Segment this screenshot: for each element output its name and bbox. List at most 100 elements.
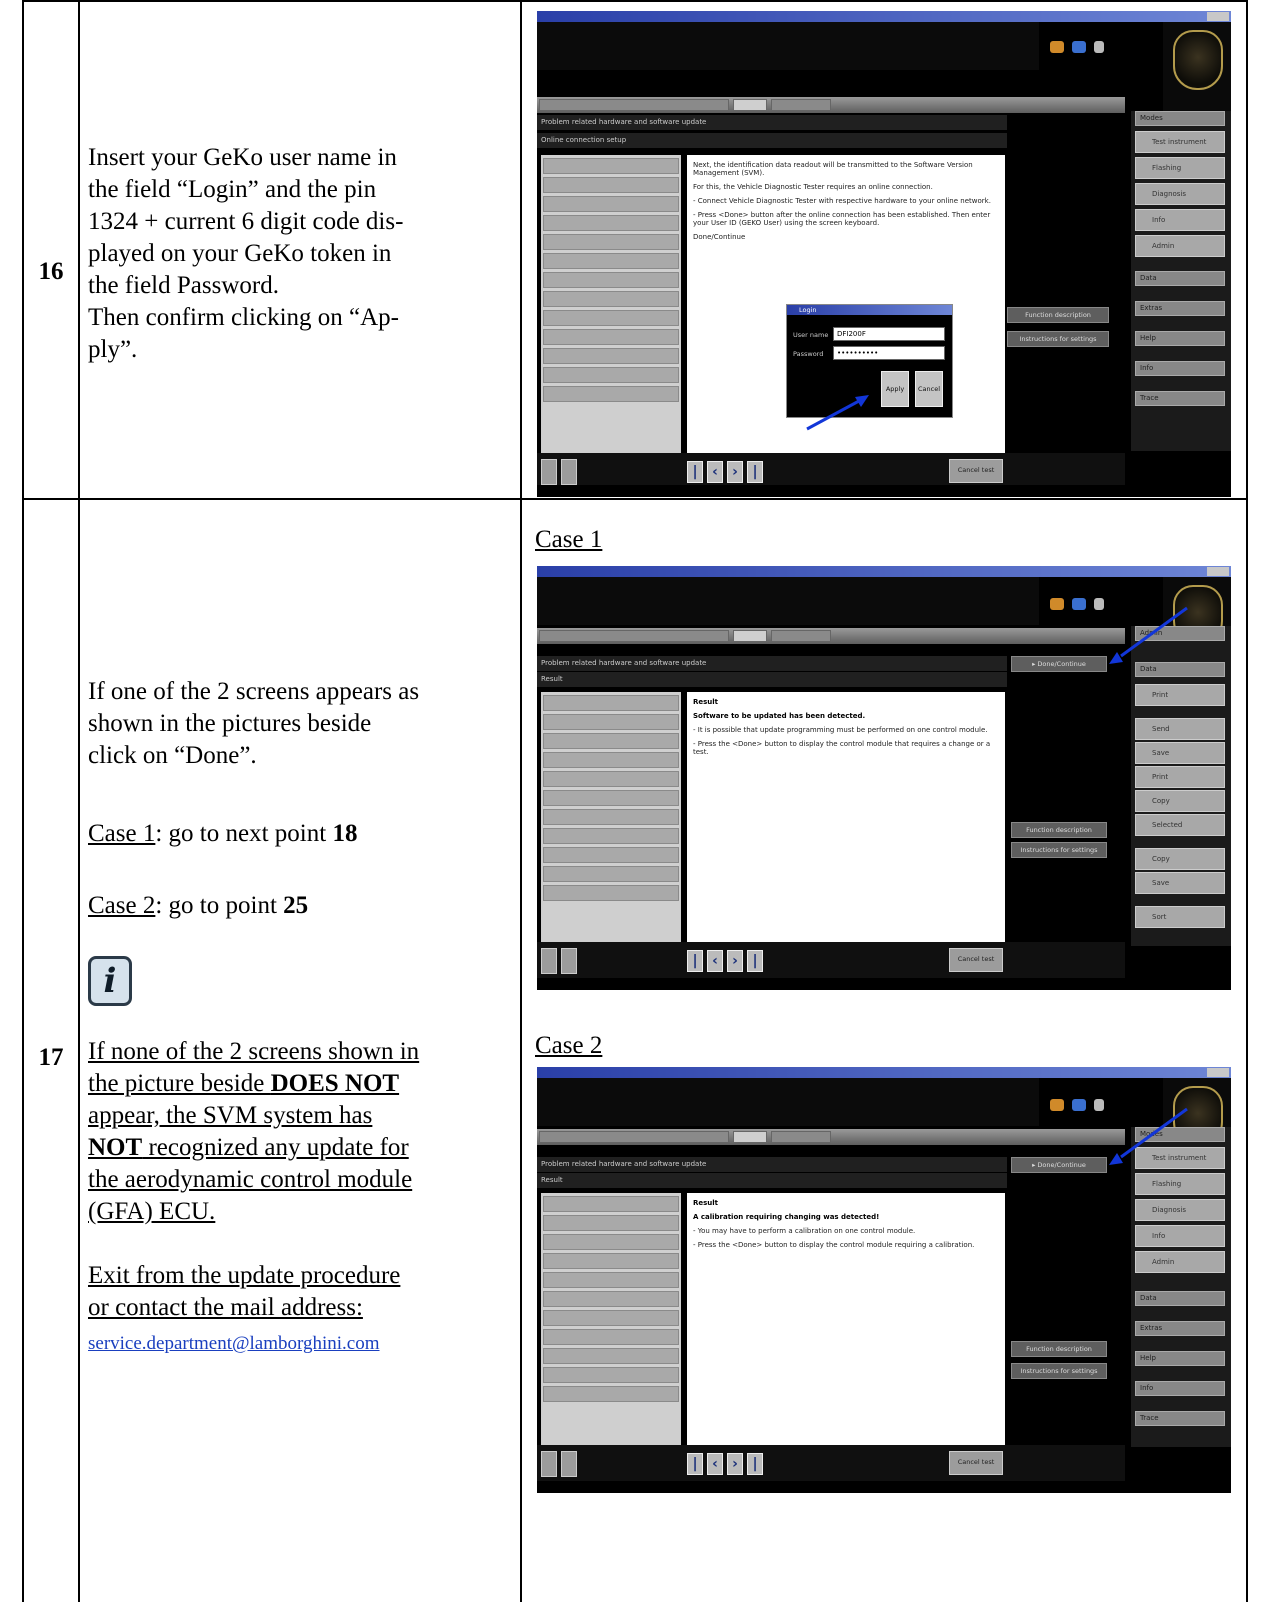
apply-button[interactable]: Apply: [881, 371, 909, 407]
document-icon[interactable]: [541, 948, 557, 974]
tab[interactable]: [539, 99, 729, 111]
text-line: click on “Done”.: [88, 742, 257, 769]
document-icon[interactable]: [541, 459, 557, 485]
menu-selected[interactable]: Selected: [1135, 814, 1225, 836]
menu-print[interactable]: Print: [1135, 684, 1225, 706]
tab-selected[interactable]: [733, 99, 767, 111]
menu-copy[interactable]: Copy: [1135, 790, 1225, 812]
step-list[interactable]: [541, 155, 681, 455]
done-continue-button[interactable]: ▸ Done/Continue: [1011, 1157, 1107, 1173]
tab[interactable]: [771, 630, 831, 642]
user-name-input[interactable]: DFI200F: [833, 327, 945, 341]
content-line: Next, the identification data readout wi…: [693, 161, 973, 177]
plug-icon: [1094, 41, 1104, 53]
menu-trace[interactable]: Trace: [1135, 391, 1225, 406]
car-icon: [1050, 41, 1064, 53]
menu-sort[interactable]: Sort: [1135, 906, 1225, 928]
next-icon[interactable]: ›: [727, 950, 743, 972]
tab-selected[interactable]: [733, 1131, 767, 1143]
menu-print-2[interactable]: Print: [1135, 766, 1225, 788]
window-controls[interactable]: [1207, 567, 1229, 576]
car-icon: [1050, 1099, 1064, 1111]
menu-data[interactable]: Data: [1135, 1291, 1225, 1306]
previous-icon[interactable]: ‹: [707, 1453, 723, 1475]
cancel-test-button[interactable]: Cancel test: [949, 459, 1003, 483]
case-1-instruction: Case 1: go to next point 18: [88, 818, 513, 850]
menu-test-instrument[interactable]: Test instrument: [1135, 1147, 1225, 1169]
done-continue-button[interactable]: ▸ Done/Continue: [1011, 656, 1107, 672]
menu-info-2[interactable]: Info: [1135, 1381, 1225, 1396]
menu-diagnosis[interactable]: Diagnosis: [1135, 183, 1225, 205]
menu-modes[interactable]: Modes: [1135, 111, 1225, 126]
page-icon[interactable]: [561, 1451, 577, 1477]
menu-data[interactable]: Data: [1135, 662, 1225, 677]
tab[interactable]: [771, 1131, 831, 1143]
tab[interactable]: [539, 630, 729, 642]
instructions-settings-button[interactable]: Instructions for settings: [1011, 1363, 1107, 1379]
instructions-settings-button[interactable]: Instructions for settings: [1007, 331, 1109, 347]
menu-info[interactable]: Info: [1135, 209, 1225, 231]
tab[interactable]: [771, 99, 831, 111]
menu-diagnosis[interactable]: Diagnosis: [1135, 1199, 1225, 1221]
tab-selected[interactable]: [733, 630, 767, 642]
password-input[interactable]: ••••••••••: [833, 346, 945, 360]
menu-copy-2[interactable]: Copy: [1135, 848, 1225, 870]
panel-title: Problem related hardware and software up…: [537, 115, 1007, 130]
cancel-test-button[interactable]: Cancel test: [949, 948, 1003, 972]
menu-help[interactable]: Help: [1135, 1351, 1225, 1366]
previous-icon[interactable]: ‹: [707, 950, 723, 972]
menu-info[interactable]: Info: [1135, 1225, 1225, 1247]
tester-icon: [1072, 41, 1086, 53]
next-icon[interactable]: ›: [727, 1453, 743, 1475]
document-icon[interactable]: [541, 1451, 557, 1477]
panel-subtitle: Result: [537, 672, 1007, 687]
step-17-intro: If one of the 2 screens appears as shown…: [88, 676, 513, 772]
last-page-icon[interactable]: |: [747, 461, 763, 483]
menu-save[interactable]: Save: [1135, 742, 1225, 764]
menu-info-2[interactable]: Info: [1135, 361, 1225, 376]
user-name-label: User name: [793, 331, 829, 339]
status-bar: [537, 980, 1231, 990]
page-icon[interactable]: [561, 459, 577, 485]
menu-test-instrument[interactable]: Test instrument: [1135, 131, 1225, 153]
menu-admin[interactable]: Admin: [1135, 1251, 1225, 1273]
cancel-button[interactable]: Cancel: [915, 371, 943, 407]
first-page-icon[interactable]: |: [687, 950, 703, 972]
cancel-test-button[interactable]: Cancel test: [949, 1451, 1003, 1475]
instructions-settings-button[interactable]: Instructions for settings: [1011, 842, 1107, 858]
function-description-button[interactable]: Function description: [1007, 307, 1109, 323]
menu-extras[interactable]: Extras: [1135, 1321, 1225, 1336]
window-controls[interactable]: [1207, 12, 1229, 21]
menu-save-2[interactable]: Save: [1135, 872, 1225, 894]
tab[interactable]: [539, 1131, 729, 1143]
menu-send[interactable]: Send: [1135, 718, 1225, 740]
next-icon[interactable]: ›: [727, 461, 743, 483]
menu-trace[interactable]: Trace: [1135, 1411, 1225, 1426]
content-area: Result A calibration requiring changing …: [687, 1193, 1005, 1445]
email-link[interactable]: service.department@lamborghini.com: [88, 1328, 513, 1360]
previous-icon[interactable]: ‹: [707, 461, 723, 483]
menu-help[interactable]: Help: [1135, 331, 1225, 346]
page-icon[interactable]: [561, 948, 577, 974]
menu-modes[interactable]: Modes: [1135, 1127, 1225, 1142]
first-page-icon[interactable]: |: [687, 1453, 703, 1475]
panel-title: Problem related hardware and software up…: [537, 1157, 1007, 1172]
menu-admin[interactable]: Admin: [1135, 626, 1225, 641]
tab-strip: [537, 628, 1125, 644]
menu-flashing[interactable]: Flashing: [1135, 1173, 1225, 1195]
menu-admin[interactable]: Admin: [1135, 235, 1225, 257]
step-list[interactable]: [541, 692, 681, 942]
menu-flashing[interactable]: Flashing: [1135, 157, 1225, 179]
last-page-icon[interactable]: |: [747, 1453, 763, 1475]
last-page-icon[interactable]: |: [747, 950, 763, 972]
menu-data[interactable]: Data: [1135, 271, 1225, 286]
text-line: (GFA) ECU.: [88, 1198, 216, 1225]
function-description-button[interactable]: Function description: [1011, 1341, 1107, 1357]
function-description-button[interactable]: Function description: [1011, 822, 1107, 838]
step-list[interactable]: [541, 1193, 681, 1445]
window-controls[interactable]: [1207, 1068, 1229, 1077]
content-line: Done/Continue: [693, 233, 746, 241]
menu-extras[interactable]: Extras: [1135, 301, 1225, 316]
text-line: the picture beside: [88, 1070, 271, 1097]
first-page-icon[interactable]: |: [687, 461, 703, 483]
